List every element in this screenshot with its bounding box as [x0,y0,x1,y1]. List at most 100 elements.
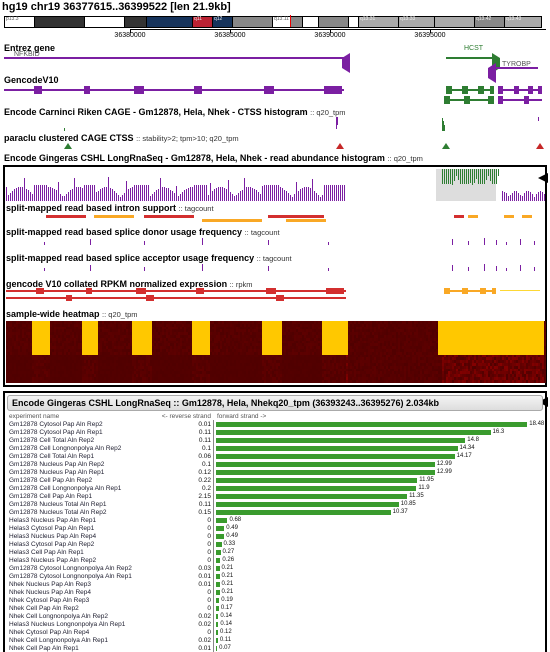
table-row[interactable]: Gm12878 Cell Longnonpolya Aln Rep10.211.… [5,484,545,492]
cluster-marker-icon[interactable] [442,143,450,149]
heatmap[interactable] [6,321,544,383]
table-row[interactable]: Nhek Cell Pap Aln Rep10.010.07 [5,644,545,652]
table-row[interactable]: Gm12878 Cytosol Longnonpolya Aln Rep10.0… [5,572,545,580]
table-row[interactable]: Gm12878 Cell Pap Aln Rep20.2211.95 [5,476,545,484]
exon[interactable] [264,86,274,94]
rnaseq-profile[interactable] [6,169,544,201]
table-row[interactable]: Helas3 Nucleus Pap Aln Rep100.68 [5,516,545,524]
intron-support[interactable] [6,213,544,223]
gene-model-row: TYROBP [4,63,546,73]
genomic-ruler[interactable]: 36380000363850003639000036395000 [130,29,546,40]
table-row[interactable]: Nhek Nucleus Pap Aln Rep400.21 [5,588,545,596]
reverse-value: 0 [161,589,213,596]
panel-header[interactable]: Encode Gingeras CSHL LongRnaSeq :: Gm128… [7,395,543,411]
exon[interactable] [488,96,494,104]
table-row[interactable]: Nhek Nucleus Pap Aln Rep30.010.21 [5,580,545,588]
transcript[interactable] [498,99,542,101]
table-row[interactable]: Nhek Cytosol Pap Aln Rep300.19 [5,596,545,604]
table-row[interactable]: Gm12878 Cell Total Aln Rep10.0614.17 [5,452,545,460]
gene-model-row [4,95,546,105]
forward-bar [216,470,435,475]
experiment-name: Helas3 Cytosol Pap Aln Rep1 [5,525,161,532]
table-row[interactable]: Gm12878 Cytosol Pap Aln Rep10.1116.3 [5,428,545,436]
exon[interactable] [490,86,494,94]
track-label: split-mapped read based intron support :… [6,201,544,213]
forward-bar [216,446,458,451]
forward-value: 0.21 [222,589,234,595]
reverse-value: 0.01 [161,581,213,588]
exon[interactable] [462,86,468,94]
table-row[interactable]: Nhek Cell Longnonpolya Aln Rep20.020.14 [5,612,545,620]
exon[interactable] [478,86,484,94]
exon[interactable] [444,96,450,104]
forward-bar [216,510,391,515]
transcript[interactable] [498,89,542,91]
transcript[interactable] [4,89,344,91]
donor-ticks[interactable] [6,237,544,245]
track-longrnaseq-label: Encode Gingeras CSHL LongRnaSeq - Gm1287… [4,151,546,163]
acceptor-ticks[interactable] [6,263,544,271]
forward-value: 12.99 [437,469,452,475]
reverse-value: 0 [161,549,213,556]
paraclu-markers[interactable] [4,143,546,151]
cage-histogram[interactable] [4,117,546,131]
rpkm-track[interactable] [6,289,544,307]
reverse-value: 0 [161,517,213,524]
exon[interactable] [528,86,533,94]
experiment-name: Helas3 Nucleus Pap Aln Rep2 [5,557,161,564]
gene-span[interactable] [446,57,494,59]
table-row[interactable]: Gm12878 Cell Longnonpolya Aln Rep20.114.… [5,444,545,452]
reverse-value: 2.15 [161,493,213,500]
table-row[interactable]: Gm12878 Nucleus Total Aln Rep10.1110.85 [5,500,545,508]
exon[interactable] [498,86,503,94]
table-row[interactable]: Nhek Cell Pap Aln Rep200.17 [5,604,545,612]
forward-bar [216,518,227,523]
table-row[interactable]: Nhek Cytosol Pap Aln Rep400.12 [5,628,545,636]
exon[interactable] [524,96,529,104]
exon[interactable] [514,86,519,94]
exon[interactable] [324,86,342,94]
exon[interactable] [134,86,144,94]
cluster-marker-icon[interactable] [536,143,544,149]
forward-bar [216,438,465,443]
cluster-marker-icon[interactable] [336,143,344,149]
exon[interactable] [84,86,90,94]
exon[interactable] [34,86,42,94]
forward-value: 0.14 [220,621,232,627]
chromosome-ideogram[interactable]: p13.3q11q12q13.11q13.31q13.33q13.42q13.4… [4,15,546,27]
table-row[interactable]: Helas3 Cell Pap Aln Rep100.27 [5,548,545,556]
forward-bar [216,502,399,507]
reverse-value: 0 [161,533,213,540]
forward-value: 0.21 [222,581,234,587]
table-row[interactable]: Helas3 Cytosol Pap Aln Rep200.33 [5,540,545,548]
exon[interactable] [464,96,470,104]
forward-value: 12.99 [437,461,452,467]
forward-bar [216,494,407,499]
cluster-marker-icon[interactable] [64,143,72,149]
experiment-name: Gm12878 Cytosol Longnonpolya Aln Rep1 [5,573,161,580]
table-row[interactable]: Gm12878 Cytosol Pap Aln Rep20.0118.48 [5,420,545,428]
table-row[interactable]: Gm12878 Nucleus Pap Aln Rep10.1212.99 [5,468,545,476]
forward-value: 18.48 [529,421,544,427]
table-row[interactable]: Helas3 Cytosol Pap Aln Rep100.49 [5,524,545,532]
table-row[interactable]: Gm12878 Cell Pap Aln Rep12.1511.35 [5,492,545,500]
exon[interactable] [446,86,452,94]
gene-span[interactable] [494,67,538,69]
table-row[interactable]: Nhek Cell Longnonpolya Aln Rep10.020.11 [5,636,545,644]
exon[interactable] [538,86,542,94]
table-row[interactable]: Gm12878 Nucleus Pap Aln Rep20.112.99 [5,460,545,468]
exon[interactable] [194,86,202,94]
exon[interactable] [498,96,503,104]
reverse-value: 0 [161,629,213,636]
table-row[interactable]: Helas3 Nucleus Pap Aln Rep400.49 [5,532,545,540]
gene-span[interactable] [4,57,344,59]
table-row[interactable]: Gm12878 Cell Total Aln Rep20.1114.8 [5,436,545,444]
table-row[interactable]: Helas3 Nucleus Longnonpolya Aln Rep10.02… [5,620,545,628]
table-row[interactable]: Gm12878 Cytosol Longnonpolya Aln Rep20.0… [5,564,545,572]
forward-value: 10.85 [401,501,416,507]
reverse-value: 0.15 [161,509,213,516]
transcript[interactable] [446,89,494,91]
table-row[interactable]: Gm12878 Nucleus Total Aln Rep20.1510.37 [5,508,545,516]
table-row[interactable]: Helas3 Nucleus Pap Aln Rep200.26 [5,556,545,564]
experiment-name: Gm12878 Nucleus Total Aln Rep1 [5,501,161,508]
